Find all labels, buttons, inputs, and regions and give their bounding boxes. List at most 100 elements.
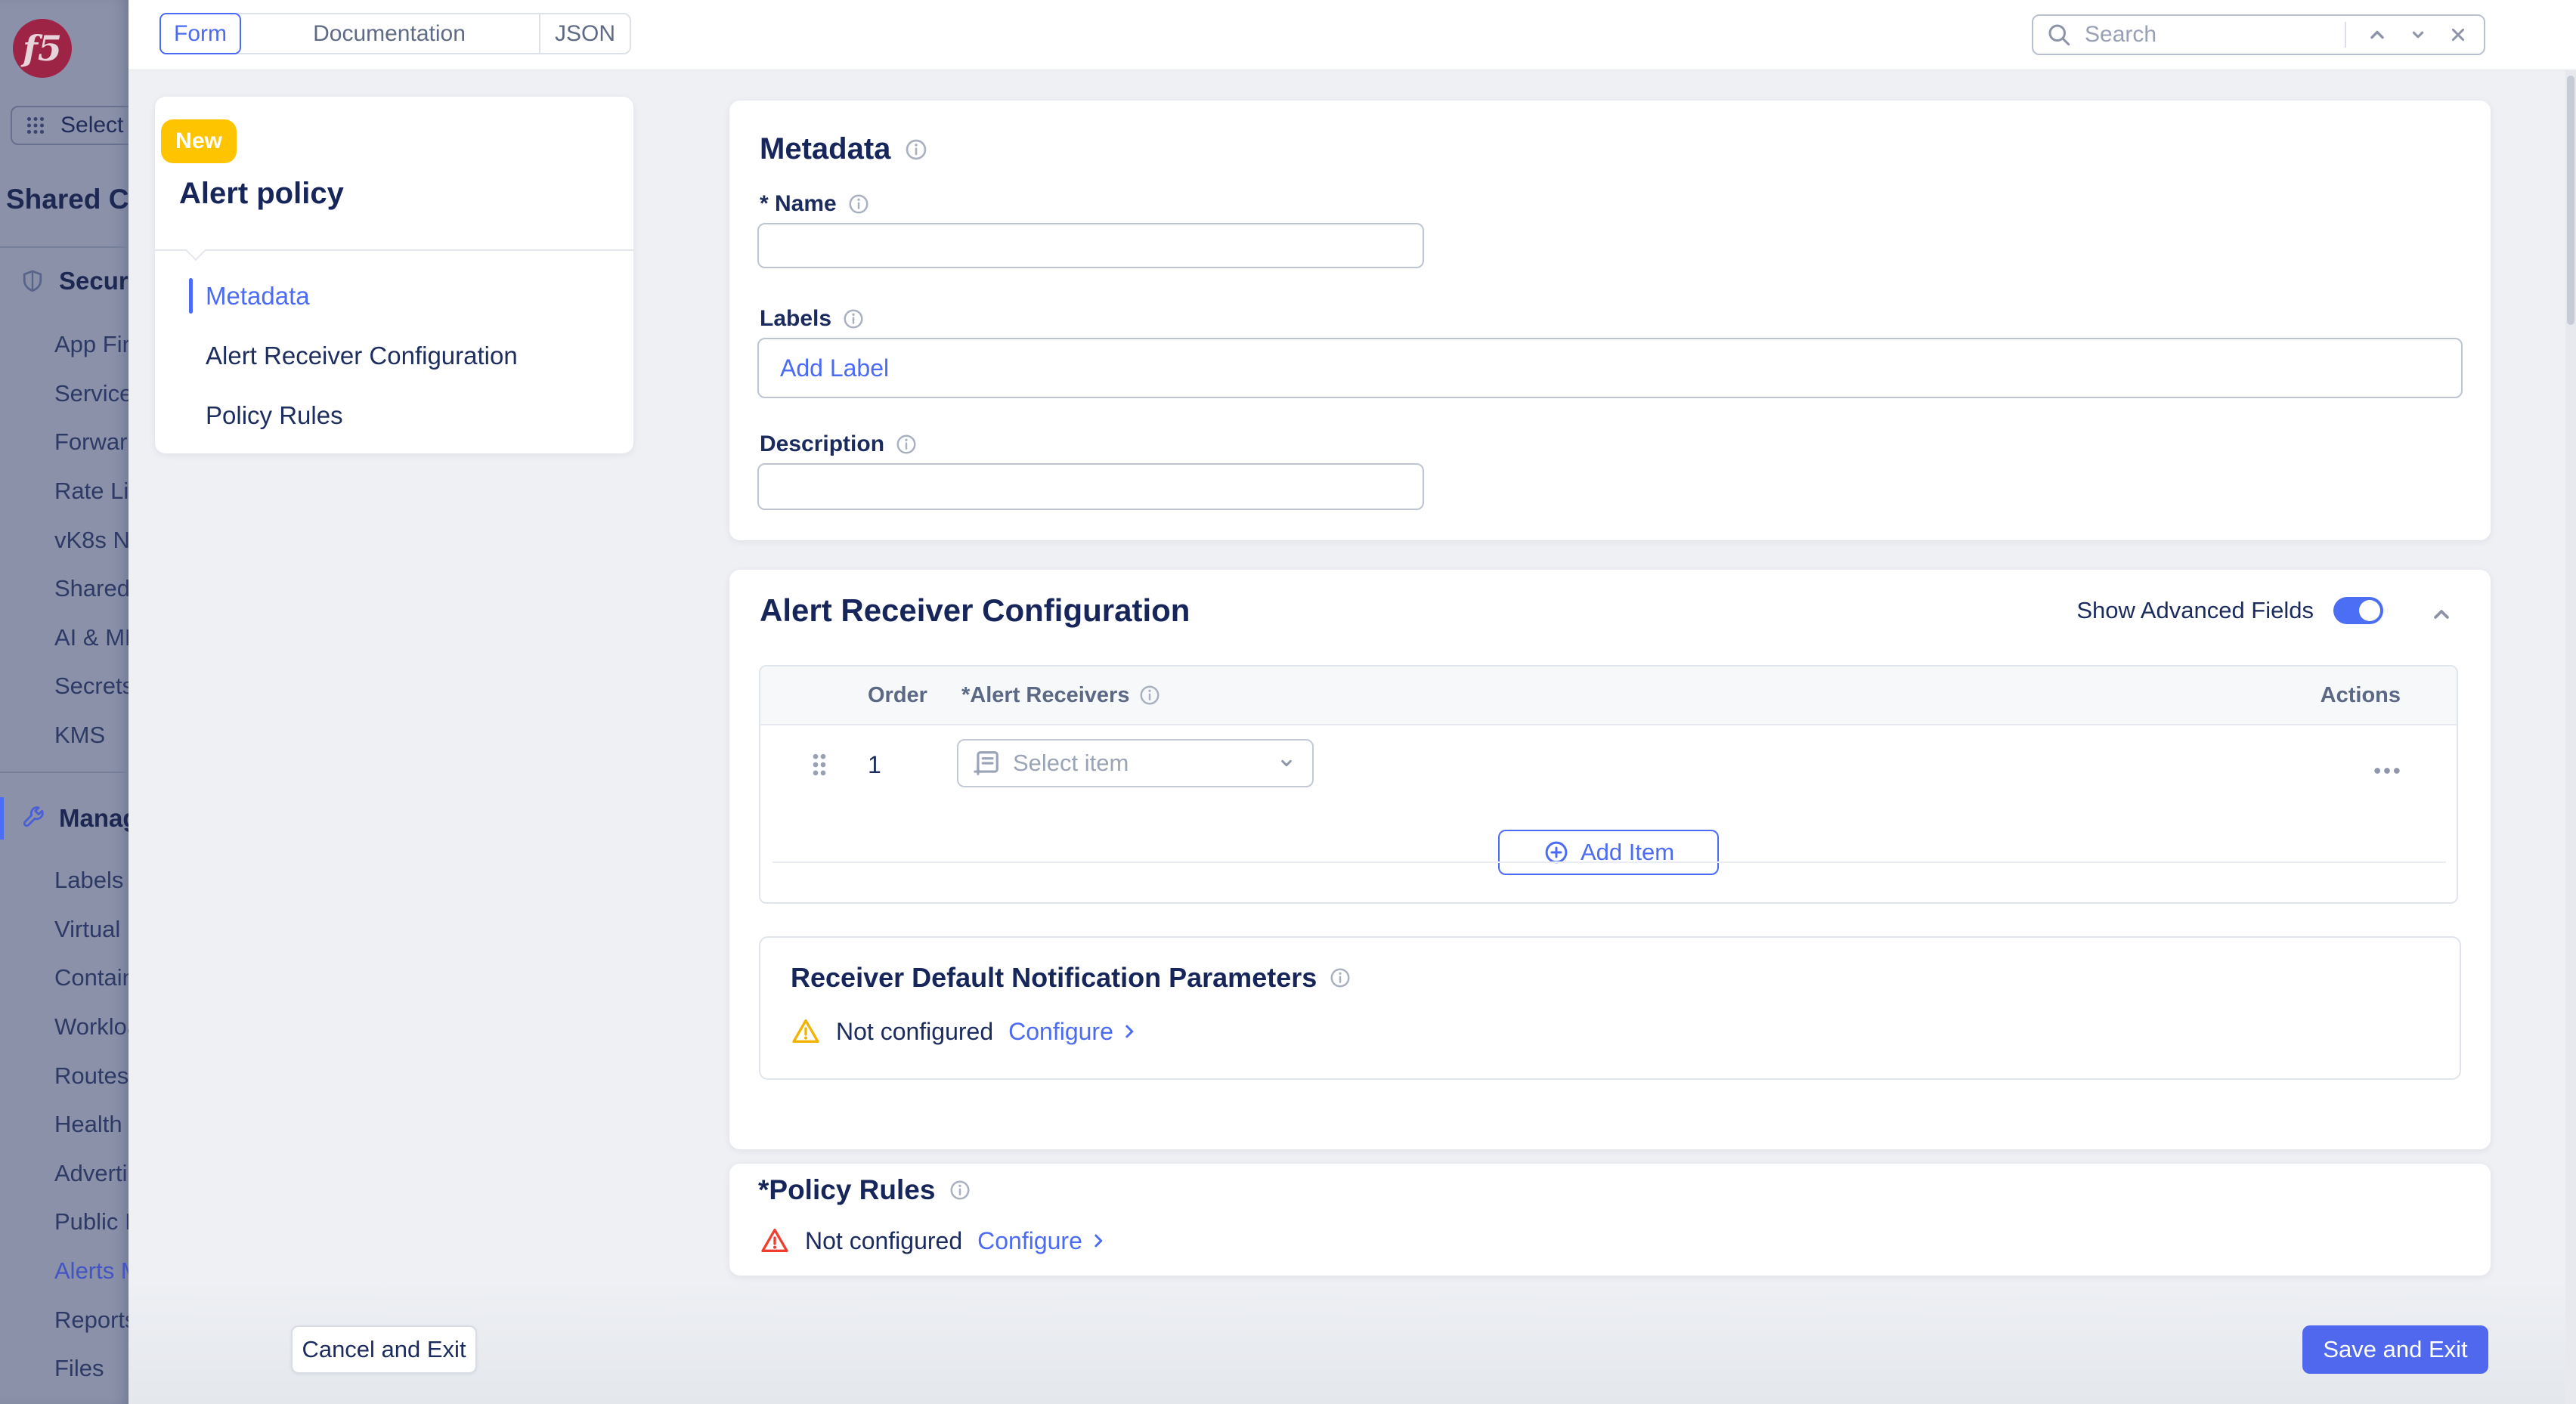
sidebar-item-advertise[interactable]: Adverti <box>54 1149 128 1198</box>
sidebar-divider <box>0 772 128 773</box>
params-configure-label: Configure <box>1008 1018 1113 1046</box>
name-field-label: * Name <box>760 191 837 217</box>
sidebar-section-security[interactable]: Securi <box>0 260 128 302</box>
info-icon[interactable] <box>847 193 870 215</box>
search-icon <box>2045 21 2073 48</box>
info-icon[interactable] <box>842 308 865 330</box>
policy-rules-title: *Policy Rules <box>758 1174 935 1206</box>
sidebar-item-service[interactable]: Service <box>54 370 128 419</box>
sidebar-item-reports[interactable]: Reports <box>54 1295 128 1344</box>
show-advanced-fields-toggle[interactable] <box>2333 597 2383 624</box>
app-root: f5 Select Shared C Securi App Fir Servic… <box>0 0 2576 1404</box>
nav-item-alert-receiver-configuration[interactable]: Alert Receiver Configuration <box>189 326 612 385</box>
arc-title: Alert Receiver Configuration <box>760 592 1190 629</box>
search-input[interactable] <box>2083 21 2334 48</box>
shield-icon <box>20 268 45 294</box>
sidebar-divider <box>0 246 128 248</box>
scrollbar-thumb[interactable] <box>2567 76 2574 325</box>
tab-documentation[interactable]: Documentation <box>240 14 540 53</box>
warning-triangle-icon <box>791 1016 821 1047</box>
wrench-icon <box>20 806 45 831</box>
sidebar-item-shared[interactable]: Shared <box>54 564 128 614</box>
receiver-table-row: 1 Select item <box>760 725 2457 804</box>
sidebar-section-security-label: Securi <box>59 267 128 295</box>
tab-form[interactable]: Form <box>159 13 241 54</box>
labels-field-label: Labels <box>760 306 831 332</box>
sidebar-item-forwarding[interactable]: Forwar <box>54 418 128 467</box>
chevron-right-icon <box>1087 1229 1110 1252</box>
sidebar-item-labels[interactable]: Labels <box>54 856 128 905</box>
sidebar-security-items: App Fir Service Forwar Rate Li vK8s N Sh… <box>54 320 128 759</box>
sidebar-item-secrets[interactable]: Secrets <box>54 662 128 711</box>
labels-input-box[interactable]: Add Label <box>757 338 2463 398</box>
sidebar-section-management-label: Manag <box>59 804 128 833</box>
info-icon[interactable] <box>949 1179 971 1201</box>
info-icon[interactable] <box>1329 966 1351 989</box>
left-navigation-sidebar: f5 Select Shared C Securi App Fir Servic… <box>0 0 128 1404</box>
alert-receiver-select[interactable]: Select item <box>957 739 1314 787</box>
name-input[interactable] <box>757 223 1424 268</box>
policy-rules-section: *Policy Rules Not configured Configure <box>729 1164 2491 1276</box>
description-field-label: Description <box>760 431 884 457</box>
cancel-and-exit-button[interactable]: Cancel and Exit <box>291 1325 477 1374</box>
form-section-nav: Metadata Alert Receiver Configuration Po… <box>189 266 612 445</box>
search-close-button[interactable] <box>2438 23 2484 47</box>
row-order-value: 1 <box>868 751 881 779</box>
sidebar-item-virtual[interactable]: Virtual <box>54 905 128 954</box>
metadata-section: Metadata * Name Labels Add Label Descrip… <box>729 101 2491 540</box>
row-divider <box>772 861 2446 863</box>
service-select-button[interactable]: Select <box>11 106 128 145</box>
receivers-table: Order *Alert Receivers Actions 1 Select … <box>759 665 2458 904</box>
sidebar-item-containers[interactable]: Contain <box>54 954 128 1003</box>
policy-configure-link[interactable]: Configure <box>977 1227 1110 1255</box>
view-tabs: Form Documentation JSON <box>159 13 631 54</box>
sidebar-section-management[interactable]: Manag <box>0 797 128 840</box>
params-status: Not configured <box>836 1018 993 1046</box>
nav-item-policy-rules[interactable]: Policy Rules <box>189 385 612 445</box>
sidebar-item-vk8s[interactable]: vK8s N <box>54 515 128 564</box>
sidebar-item-app-firewall[interactable]: App Fir <box>54 320 128 370</box>
add-item-zone: Add Item <box>760 804 2457 904</box>
save-and-exit-button[interactable]: Save and Exit <box>2302 1325 2488 1374</box>
add-label-link[interactable]: Add Label <box>780 354 889 382</box>
workspace-title: Shared C <box>6 184 128 215</box>
info-icon[interactable] <box>895 433 918 456</box>
alert-receiver-configuration-section: Alert Receiver Configuration Show Advanc… <box>729 570 2491 1149</box>
search-prev-button[interactable] <box>2357 22 2398 48</box>
row-actions-menu-button[interactable] <box>2364 748 2410 793</box>
sidebar-item-rate-limiting[interactable]: Rate Li <box>54 467 128 516</box>
sidebar-item-health[interactable]: Health <box>54 1100 128 1149</box>
drag-handle-icon[interactable] <box>804 750 834 780</box>
params-configure-link[interactable]: Configure <box>1008 1018 1141 1046</box>
search-next-button[interactable] <box>2398 22 2438 48</box>
sidebar-management-items: Labels Virtual Contain Workloa Routes He… <box>54 856 128 1393</box>
column-header-alert-receivers: *Alert Receivers <box>961 683 1129 708</box>
info-icon[interactable] <box>904 138 928 162</box>
select-placeholder: Select item <box>1013 750 1274 777</box>
collapse-section-chevron-up-icon[interactable] <box>2427 600 2456 629</box>
sidebar-item-files[interactable]: Files <box>54 1344 128 1393</box>
chevron-down-icon <box>2405 22 2431 48</box>
description-input[interactable] <box>757 463 1424 510</box>
search-divider <box>2345 22 2346 48</box>
service-select-label: Select <box>60 113 123 138</box>
info-icon[interactable] <box>1138 684 1161 707</box>
sidebar-item-public-ip[interactable]: Public I <box>54 1198 128 1247</box>
app-grid-icon <box>23 113 48 138</box>
sidebar-item-alerts-management[interactable]: Alerts M <box>54 1247 128 1296</box>
search-box <box>2032 14 2485 55</box>
sidebar-item-kms[interactable]: KMS <box>54 711 128 760</box>
receivers-table-header: Order *Alert Receivers Actions <box>760 666 2457 725</box>
policy-status: Not configured <box>805 1227 962 1255</box>
sidebar-item-workloads[interactable]: Workloa <box>54 1003 128 1052</box>
sidebar-item-ai-ml[interactable]: AI & ML <box>54 614 128 663</box>
metadata-title: Metadata <box>760 132 890 166</box>
add-item-button[interactable]: Add Item <box>1498 830 1719 875</box>
tab-json[interactable]: JSON <box>540 14 630 53</box>
status-badge: New <box>161 119 237 163</box>
nav-item-metadata[interactable]: Metadata <box>189 266 612 326</box>
chevron-right-icon <box>1118 1020 1141 1043</box>
chevron-down-icon <box>1274 751 1299 775</box>
sidebar-item-routes[interactable]: Routes <box>54 1051 128 1100</box>
footer-gradient <box>128 1277 2576 1404</box>
